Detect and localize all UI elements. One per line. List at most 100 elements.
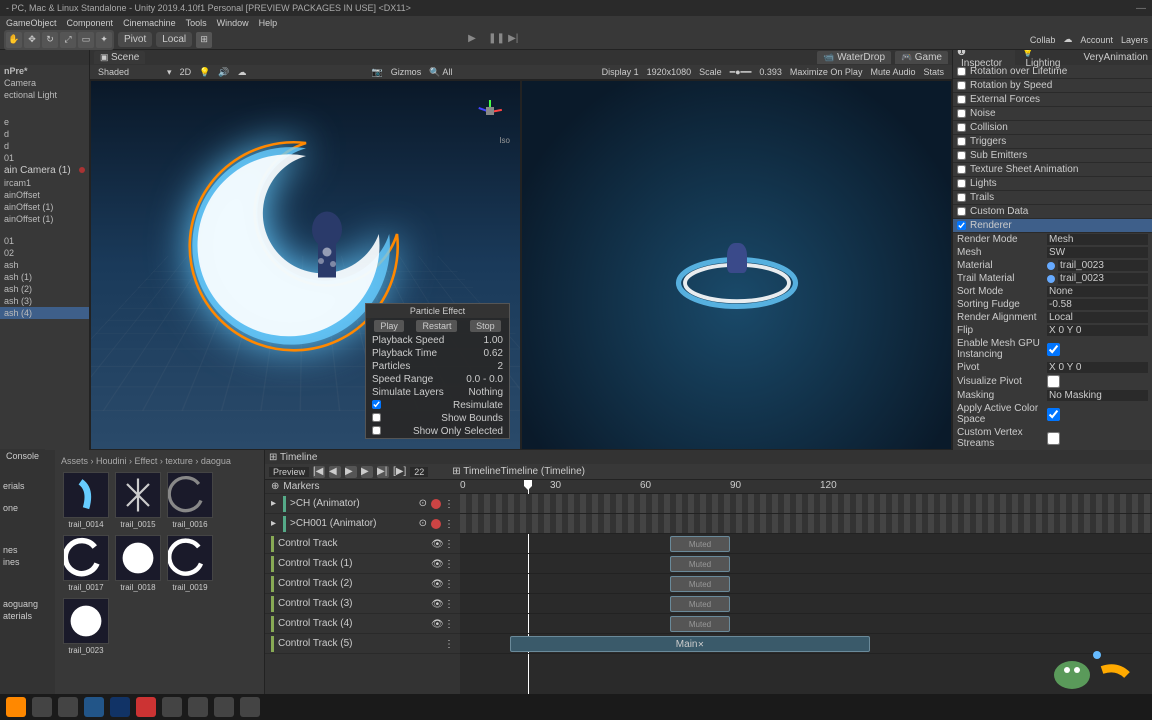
taskbar-app-icon[interactable] xyxy=(188,697,208,717)
orientation-gizmo[interactable] xyxy=(470,91,510,131)
game-view[interactable] xyxy=(521,80,952,450)
hierarchy-item[interactable]: ash (1) xyxy=(0,271,89,283)
asset-thumb[interactable]: trail_0015 xyxy=(115,472,161,529)
pause-icon[interactable]: ❚❚ xyxy=(488,33,502,47)
track-menu-icon[interactable]: ⋮ xyxy=(444,579,454,589)
stats-toggle[interactable]: Stats xyxy=(923,67,944,77)
track-menu-icon[interactable]: ⋮ xyxy=(444,559,454,569)
timeline-track[interactable]: Control Track (4)👁⋮ xyxy=(265,614,460,634)
timeline-track[interactable]: Control Track (3)👁⋮ xyxy=(265,594,460,614)
timeline-track[interactable]: Control Track (2)👁⋮ xyxy=(265,574,460,594)
mute-icon[interactable]: 👁 xyxy=(431,539,441,549)
timeline-asset[interactable]: ⊞ TimelineTimeline (Timeline) xyxy=(452,466,585,477)
hierarchy-item[interactable]: nPre* xyxy=(0,65,89,77)
showselected-checkbox[interactable] xyxy=(372,426,381,435)
hierarchy-item[interactable]: ectional Light xyxy=(0,89,89,101)
markers-label[interactable]: Markers xyxy=(283,481,319,492)
hierarchy-item[interactable]: ash (2) xyxy=(0,283,89,295)
tree-item[interactable]: nes xyxy=(0,544,55,556)
iso-label[interactable]: Iso xyxy=(499,136,510,145)
hierarchy-item[interactable]: ain Camera (1) xyxy=(0,164,89,177)
mute-icon[interactable]: 👁 xyxy=(431,559,441,569)
tab-timeline[interactable]: ⊞ Timeline xyxy=(269,452,317,463)
menu-help[interactable]: Help xyxy=(259,18,278,28)
collab-dropdown[interactable]: Collab xyxy=(1030,35,1056,45)
tl-play-icon[interactable]: ▶ xyxy=(345,466,357,478)
menu-tools[interactable]: Tools xyxy=(186,18,207,28)
snap-icon[interactable]: ⊞ xyxy=(196,32,212,48)
cloud-icon[interactable]: ☁ xyxy=(1063,34,1072,45)
hand-tool-icon[interactable]: ✋ xyxy=(6,32,22,48)
particle-play-button[interactable]: Play xyxy=(374,320,404,332)
tab-veryanimation[interactable]: VeryAnimation xyxy=(1080,51,1152,64)
track-menu-icon[interactable]: ⋮ xyxy=(444,599,454,609)
record-icon[interactable] xyxy=(431,499,441,509)
gizmos-dropdown[interactable]: Gizmos xyxy=(391,67,422,77)
taskbar-app-icon[interactable] xyxy=(240,697,260,717)
fx-icon[interactable]: ☁ xyxy=(238,67,247,78)
step-icon[interactable]: ▶| xyxy=(508,33,522,47)
timeline-track[interactable]: ▸>CH001 (Animator)⊙⋮ xyxy=(265,514,460,534)
asset-thumb[interactable]: trail_0014 xyxy=(63,472,109,529)
camera-icon[interactable]: 📷 xyxy=(371,67,382,78)
audio-icon[interactable]: 🔊 xyxy=(218,67,229,78)
tab-waterdrop[interactable]: 📹 WaterDrop xyxy=(817,51,891,64)
taskbar-app-icon[interactable] xyxy=(58,697,78,717)
tree-item[interactable]: aterials xyxy=(0,610,55,622)
track-menu-icon[interactable]: ⋮ xyxy=(444,639,454,649)
timeline-track[interactable]: Control Track (1)👁⋮ xyxy=(265,554,460,574)
hierarchy-item[interactable]: 01 xyxy=(0,152,89,164)
hierarchy-item[interactable]: ainOffset (1) xyxy=(0,201,89,213)
resimulate-checkbox[interactable] xyxy=(372,400,381,409)
taskbar-app-icon[interactable] xyxy=(214,697,234,717)
tab-scene[interactable]: ▣ Scene xyxy=(94,51,145,64)
showbounds-checkbox[interactable] xyxy=(372,413,381,422)
taskbar-app-icon[interactable] xyxy=(32,697,52,717)
menu-cinemachine[interactable]: Cinemachine xyxy=(123,18,176,28)
pivot-toggle[interactable]: Pivot xyxy=(118,32,152,47)
timeline-clip[interactable]: Muted xyxy=(670,576,730,592)
tree-item[interactable]: one xyxy=(0,502,55,514)
menu-gameobject[interactable]: GameObject xyxy=(6,18,57,28)
2d-toggle[interactable]: 2D xyxy=(180,67,192,77)
tree-item[interactable]: erials xyxy=(0,480,55,492)
display-dropdown[interactable]: Display 1 xyxy=(602,67,639,77)
hierarchy-item[interactable]: ash xyxy=(0,259,89,271)
asset-thumb[interactable]: trail_0017 xyxy=(63,535,109,592)
hierarchy-item[interactable]: e xyxy=(0,116,89,128)
hierarchy-item[interactable]: ircam1 xyxy=(0,177,89,189)
timeline-clip[interactable]: Muted xyxy=(670,556,730,572)
record-icon[interactable] xyxy=(431,519,441,529)
tree-item[interactable]: ines xyxy=(0,556,55,568)
tl-start-icon[interactable]: |◀ xyxy=(313,466,325,478)
breadcrumb[interactable]: Assets › Houdini › Effect › texture › da… xyxy=(59,454,260,468)
rotate-tool-icon[interactable]: ↻ xyxy=(42,32,58,48)
move-tool-icon[interactable]: ✥ xyxy=(24,32,40,48)
timeline-ruler[interactable]: 0 30 60 90 120 xyxy=(460,480,1152,494)
timeline-clip[interactable]: Muted xyxy=(670,536,730,552)
scene-view[interactable]: Iso Particle Effect Play Restart Stop Pl… xyxy=(90,80,521,450)
shading-mode[interactable]: Shaded xyxy=(98,67,129,77)
timeline-clip[interactable]: Muted xyxy=(670,616,730,632)
track-menu-icon[interactable]: ⋮ xyxy=(444,519,454,529)
timeline-clip[interactable]: Main ✕ xyxy=(510,636,870,652)
asset-thumb[interactable]: trail_0023 xyxy=(63,598,109,655)
lighting-icon[interactable]: 💡 xyxy=(199,67,210,78)
tab-game[interactable]: 🎮 Game xyxy=(895,51,948,64)
hierarchy-item[interactable]: Camera xyxy=(0,77,89,89)
hierarchy-item[interactable]: ainOffset (1) xyxy=(0,213,89,225)
track-menu-icon[interactable]: ⋮ xyxy=(444,499,454,509)
asset-thumb[interactable]: trail_0016 xyxy=(167,472,213,529)
account-dropdown[interactable]: Account xyxy=(1080,35,1113,45)
hierarchy-item[interactable]: ash (3) xyxy=(0,295,89,307)
track-menu-icon[interactable]: ⋮ xyxy=(444,539,454,549)
timeline-clip[interactable]: Muted xyxy=(670,596,730,612)
taskbar-app-icon[interactable] xyxy=(162,697,182,717)
menu-window[interactable]: Window xyxy=(217,18,249,28)
mute-icon[interactable]: 👁 xyxy=(431,579,441,589)
hierarchy-item[interactable]: d xyxy=(0,128,89,140)
track-menu-icon[interactable]: ⋮ xyxy=(444,619,454,629)
local-toggle[interactable]: Local xyxy=(156,32,192,47)
resolution-dropdown[interactable]: 1920x1080 xyxy=(647,67,692,77)
taskbar-app-icon[interactable] xyxy=(6,697,26,717)
